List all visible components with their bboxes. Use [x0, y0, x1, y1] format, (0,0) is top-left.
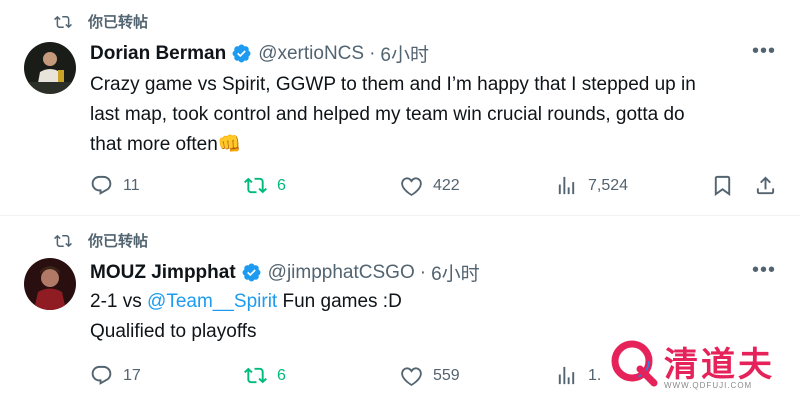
author-handle[interactable]: @jimpphatCSGO — [268, 262, 415, 284]
repost-count: 6 — [277, 366, 286, 384]
author-handle[interactable]: @xertioNCS — [258, 43, 364, 65]
tweet-card[interactable]: 你已转帖 Dorian Berman @xertioNCS · 6小时 ••• … — [0, 0, 800, 216]
action-bar: 11 6 422 7,524 — [90, 174, 780, 198]
tweet-header: MOUZ Jimpphat @jimpphatCSGO · 6小时 — [90, 259, 480, 286]
reply-count: 11 — [123, 176, 140, 194]
like-count: 422 — [433, 176, 460, 194]
repost-icon — [54, 232, 72, 250]
watermark-url: WWW.QDFUJI.COM — [664, 381, 753, 390]
bookmark-button[interactable] — [711, 174, 734, 197]
reply-button[interactable]: 17 — [90, 364, 141, 387]
bookmark-icon — [711, 174, 734, 197]
author-name[interactable]: Dorian Berman — [90, 43, 226, 65]
views-button[interactable]: 7,524 — [555, 174, 628, 197]
share-button[interactable] — [754, 174, 777, 197]
tweet-text-line: 2-1 vs @Team__Spirit Fun games :D — [90, 287, 780, 317]
retweet-indicator: 你已转帖 — [54, 230, 148, 251]
tweet-text-prefix: 2-1 vs — [90, 291, 148, 312]
tweet-header: Dorian Berman @xertioNCS · 6小时 — [90, 40, 429, 67]
watermark-logo-icon — [611, 340, 658, 387]
tweet-time[interactable]: 6小时 — [431, 259, 480, 286]
repost-count: 6 — [277, 176, 286, 194]
verified-icon — [231, 43, 252, 64]
watermark: 清道夫 WWW.QDFUJI.COM — [610, 337, 790, 399]
reply-icon — [90, 364, 113, 387]
like-count: 559 — [433, 366, 460, 384]
separator-dot: · — [419, 261, 427, 283]
retweet-label: 你已转帖 — [88, 233, 149, 250]
repost-icon — [54, 13, 72, 31]
share-icon — [754, 174, 777, 197]
heart-icon — [400, 174, 423, 197]
more-icon[interactable]: ••• — [752, 259, 776, 282]
repost-icon — [244, 174, 267, 197]
like-button[interactable]: 422 — [400, 174, 460, 197]
avatar[interactable] — [24, 42, 76, 94]
tweet-text-line: that more often👊 — [90, 134, 242, 155]
more-icon[interactable]: ••• — [752, 40, 776, 63]
retweet-indicator: 你已转帖 — [54, 11, 148, 32]
repost-icon — [244, 364, 267, 387]
verified-icon — [241, 262, 262, 283]
views-icon — [555, 174, 578, 197]
watermark-brand: 清道夫 — [664, 346, 775, 384]
separator-dot: · — [369, 42, 376, 64]
reply-icon — [90, 174, 113, 197]
avatar-image — [24, 258, 76, 310]
repost-button[interactable]: 6 — [244, 364, 286, 387]
tweet-text-line: Crazy game vs Spirit, GGWP to them and I… — [90, 74, 696, 95]
avatar[interactable] — [24, 258, 76, 310]
author-name[interactable]: MOUZ Jimpphat — [90, 262, 236, 284]
retweet-label: 你已转帖 — [88, 14, 149, 31]
reply-count: 17 — [123, 366, 141, 384]
views-button[interactable]: 1. — [555, 364, 601, 387]
views-icon — [555, 364, 578, 387]
heart-icon — [400, 364, 423, 387]
tweet-text-suffix: Fun games :D — [277, 291, 402, 312]
views-count: 1. — [588, 366, 602, 384]
repost-button[interactable]: 6 — [244, 174, 286, 197]
mention-link[interactable]: @Team__Spirit — [147, 291, 277, 312]
avatar-image — [24, 42, 76, 94]
views-count: 7,524 — [588, 176, 629, 194]
tweet-text-line: last map, took control and helped my tea… — [90, 104, 685, 125]
tweet-text: Crazy game vs Spirit, GGWP to them and I… — [90, 70, 780, 160]
like-button[interactable]: 559 — [400, 364, 460, 387]
tweet-time[interactable]: 6小时 — [380, 40, 429, 67]
reply-button[interactable]: 11 — [90, 174, 140, 197]
